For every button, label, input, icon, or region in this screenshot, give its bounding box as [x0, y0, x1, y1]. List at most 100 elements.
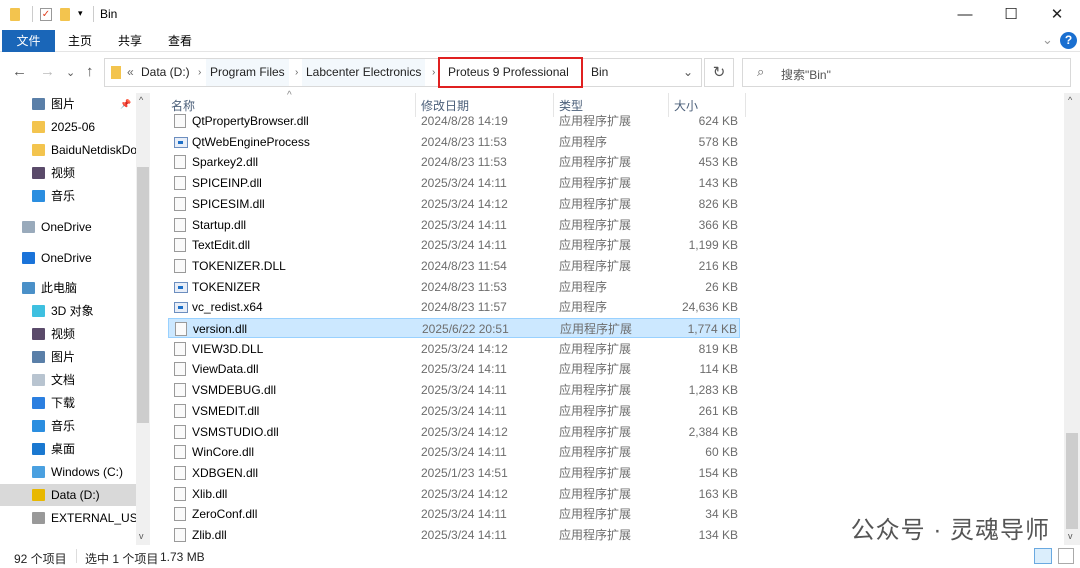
column-divider[interactable]	[745, 93, 746, 117]
properties-icon[interactable]: ✓	[40, 8, 52, 21]
customize-quick-access-icon[interactable]: ▾	[78, 8, 83, 19]
documents-icon	[32, 374, 45, 386]
file-type: 应用程序扩展	[559, 217, 632, 232]
tab-view[interactable]: 查看	[154, 30, 206, 52]
chevron-right-icon[interactable]: ›	[198, 59, 201, 86]
close-button[interactable]: ✕	[1034, 0, 1080, 30]
sidebar-item[interactable]: 图片 📌	[0, 93, 136, 115]
sidebar-item[interactable]: 文档	[0, 369, 136, 391]
sidebar-item[interactable]: 图片	[0, 346, 136, 368]
breadcrumb-proteus-highlighted[interactable]: Proteus 9 Professional	[438, 57, 583, 88]
recent-locations-button[interactable]: ⌄	[66, 66, 75, 79]
help-icon[interactable]: ?	[1060, 32, 1077, 49]
file-row[interactable]: ZeroConf.dll 2025/3/24 14:11 应用程序扩展 34 KB	[168, 504, 740, 524]
tab-file[interactable]: 文件	[2, 30, 55, 52]
new-folder-icon[interactable]	[60, 8, 70, 21]
file-name: ZeroConf.dll	[192, 507, 258, 522]
scroll-up-icon[interactable]: ^	[1068, 95, 1072, 105]
file-row[interactable]: VSMSTUDIO.dll 2025/3/24 14:12 应用程序扩展 2,384 …	[168, 422, 740, 442]
file-row[interactable]: Xlib.dll 2025/3/24 14:12 应用程序扩展 163 KB	[168, 484, 740, 504]
sidebar-item[interactable]: 2025-06	[0, 116, 136, 138]
sidebar-item[interactable]: OneDrive	[0, 216, 136, 238]
sidebar-item[interactable]: OneDrive	[0, 247, 136, 269]
tab-home[interactable]: 主页	[54, 30, 106, 52]
file-date: 2025/3/24 14:12	[421, 486, 508, 501]
nav-scrollbar[interactable]: ^ v	[136, 93, 150, 545]
sidebar-item[interactable]: Windows (C:)	[0, 461, 136, 483]
dll-file-icon	[174, 403, 186, 418]
breadcrumb-data-d[interactable]: Data (D:)	[137, 59, 194, 86]
file-type: 应用程序扩展	[559, 528, 632, 542]
file-row[interactable]: Startup.dll 2025/3/24 14:11 应用程序扩展 366 KB	[168, 215, 740, 235]
dll-file-icon	[174, 362, 186, 377]
breadcrumb-overflow[interactable]: «	[123, 59, 138, 86]
address-bar[interactable]: « Data (D:) › Program Files › Labcenter …	[104, 57, 702, 88]
sidebar-item[interactable]: 此电脑	[0, 277, 136, 299]
scroll-up-icon[interactable]: ^	[139, 95, 143, 105]
file-list-scrollbar[interactable]: ^ v	[1064, 93, 1080, 545]
file-row[interactable]: WinCore.dll 2025/3/24 14:11 应用程序扩展 60 KB	[168, 442, 740, 462]
file-row[interactable]: ViewData.dll 2025/3/24 14:11 应用程序扩展 114 KB	[168, 359, 740, 379]
file-row[interactable]: Zlib.dll 2025/3/24 14:11 应用程序扩展 134 KB	[168, 525, 740, 545]
sidebar-item[interactable]: EXTERNAL_USB	[0, 507, 136, 529]
file-row[interactable]: Sparkey2.dll 2024/8/23 11:53 应用程序扩展 453 KB	[168, 152, 740, 172]
file-date: 2024/8/23 11:57	[421, 300, 507, 315]
file-row[interactable]: QtPropertyBrowser.dll 2024/8/28 14:19 应用程序…	[168, 111, 740, 131]
refresh-button[interactable]: ↻	[704, 58, 734, 87]
search-input[interactable]: ⌕ 搜索"Bin"	[742, 58, 1071, 87]
breadcrumb-labcenter[interactable]: Labcenter Electronics	[302, 59, 426, 86]
sidebar-item[interactable]: 下载	[0, 392, 136, 414]
file-size: 826 KB	[698, 196, 738, 211]
file-type: 应用程序	[559, 300, 608, 315]
scroll-down-icon[interactable]: v	[1068, 531, 1073, 541]
breadcrumb-program-files[interactable]: Program Files	[206, 59, 289, 86]
sidebar-item[interactable]: 音乐	[0, 415, 136, 437]
scrollbar-thumb[interactable]	[1066, 433, 1078, 529]
back-button[interactable]: ←	[12, 63, 27, 80]
sidebar-item[interactable]: 桌面	[0, 438, 136, 460]
file-name: Xlib.dll	[192, 486, 228, 501]
scroll-down-icon[interactable]: v	[139, 531, 144, 541]
search-icon: ⌕	[757, 64, 765, 79]
pin-icon[interactable]: 📌	[120, 93, 131, 115]
dll-file-icon	[174, 507, 186, 522]
sidebar-item[interactable]: 3D 对象	[0, 300, 136, 322]
file-type: 应用程序扩展	[559, 362, 632, 377]
file-row[interactable]: TOKENIZER 2024/8/23 11:53 应用程序 26 KB	[168, 277, 740, 297]
file-date: 2025/3/24 14:11	[421, 238, 507, 253]
minimize-button[interactable]: —	[942, 0, 988, 30]
sidebar-item[interactable]: 视频	[0, 162, 136, 184]
expand-ribbon-icon[interactable]: ⌄	[1042, 32, 1053, 48]
chevron-right-icon[interactable]: ›	[295, 59, 298, 86]
sidebar-item[interactable]: 视频	[0, 323, 136, 345]
file-name: ViewData.dll	[192, 362, 259, 377]
breadcrumb-bin[interactable]: Bin	[587, 59, 612, 86]
forward-button[interactable]: →	[40, 63, 55, 80]
file-row[interactable]: VSMDEBUG.dll 2025/3/24 14:11 应用程序扩展 1,283 K…	[168, 380, 740, 400]
chevron-right-icon[interactable]: ›	[432, 59, 435, 86]
file-row[interactable]: SPICESIM.dll 2025/3/24 14:12 应用程序扩展 826 KB	[168, 194, 740, 214]
file-row[interactable]: VIEW3D.DLL 2025/3/24 14:12 应用程序扩展 819 KB	[168, 339, 740, 359]
sidebar-item[interactable]: BaiduNetdiskDownload	[0, 139, 136, 161]
file-row[interactable]: VSMEDIT.dll 2025/3/24 14:11 应用程序扩展 261 KB	[168, 401, 740, 421]
file-row[interactable]: TOKENIZER.DLL 2024/8/23 11:54 应用程序扩展 216 KB	[168, 256, 740, 276]
maximize-button[interactable]: ☐	[988, 0, 1034, 30]
file-date: 2025/3/24 14:11	[421, 362, 507, 377]
file-row[interactable]: vc_redist.x64 2024/8/23 11:57 应用程序 24,636 K…	[168, 297, 740, 317]
file-row[interactable]: version.dll 2025/6/22 20:51 应用程序扩展 1,774 KB	[168, 318, 740, 338]
file-size: 1,283 KB	[688, 383, 738, 398]
file-row[interactable]: TextEdit.dll 2025/3/24 14:11 应用程序扩展 1,199 K…	[168, 235, 740, 255]
file-name: QtWebEngineProcess	[192, 134, 310, 149]
file-row[interactable]: QtWebEngineProcess 2024/8/23 11:53 应用程序 578…	[168, 132, 740, 152]
scrollbar-thumb[interactable]	[137, 167, 149, 423]
tab-share[interactable]: 共享	[104, 30, 156, 52]
sidebar-item[interactable]: Data (D:)	[0, 484, 136, 506]
file-type: 应用程序扩展	[559, 196, 632, 211]
file-row[interactable]: SPICEINP.dll 2025/3/24 14:11 应用程序扩展 143 KB	[168, 173, 740, 193]
file-row[interactable]: XDBGEN.dll 2025/1/23 14:51 应用程序扩展 154 KB	[168, 463, 740, 483]
address-dropdown-icon[interactable]: ⌄	[679, 59, 697, 86]
details-view-button[interactable]	[1034, 548, 1052, 564]
up-button[interactable]: ↑	[86, 63, 94, 80]
sidebar-item[interactable]: 音乐	[0, 185, 136, 207]
large-icons-view-button[interactable]	[1058, 548, 1074, 564]
